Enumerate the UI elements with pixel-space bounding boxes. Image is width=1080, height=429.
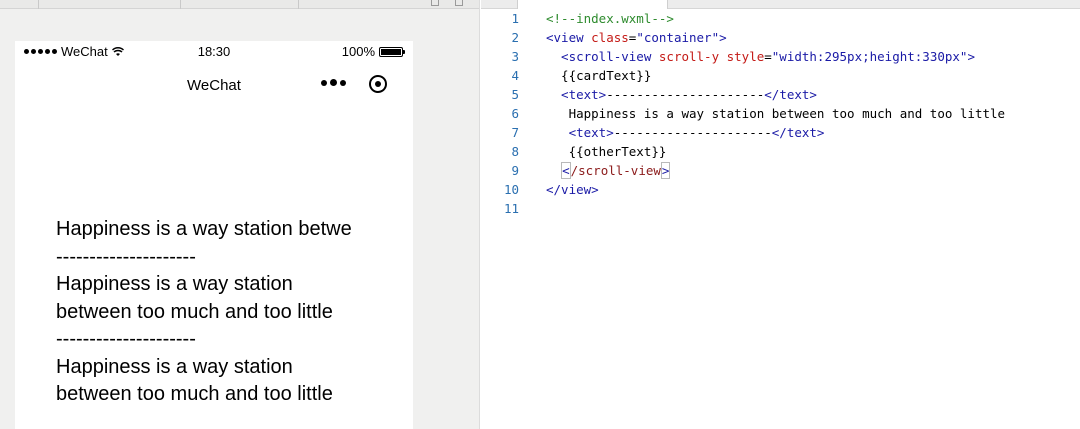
- code-line[interactable]: 6 Happiness is a way station between too…: [481, 104, 1080, 123]
- line-number: 9: [511, 163, 519, 178]
- toolbar-control-icon[interactable]: [431, 0, 439, 6]
- code-text: <view class="container">: [546, 28, 727, 47]
- battery-icon: [379, 46, 405, 57]
- code-token: ---------------------: [606, 87, 765, 102]
- code-token: >: [967, 49, 975, 64]
- code-token: <text>: [546, 87, 607, 102]
- line-number: 6: [511, 106, 519, 121]
- code-token: <scroll-view: [546, 49, 659, 64]
- content-line: Happiness is a way station between too m…: [56, 218, 351, 240]
- line-number: 10: [503, 182, 519, 197]
- code-text: <scroll-view scroll-y style="width:295px…: [546, 47, 975, 66]
- code-line[interactable]: 3 <scroll-view scroll-y style="width:295…: [481, 47, 1080, 66]
- editor-tab-bar: [481, 0, 1080, 9]
- line-number: 1: [511, 11, 519, 26]
- divider-text: ---------------------: [56, 245, 196, 268]
- code-token: >: [719, 30, 727, 45]
- status-bar: WeChat 18:30 100%: [15, 41, 413, 63]
- content-line: Happiness is a way station: [56, 355, 293, 378]
- line-number: 8: [511, 144, 519, 159]
- code-line[interactable]: 4 {{cardText}}: [481, 66, 1080, 85]
- code-token: </text>: [764, 87, 817, 102]
- code-text: {{cardText}}: [546, 66, 651, 85]
- line-number: 7: [511, 125, 519, 140]
- editor-tab-active[interactable]: [518, 0, 668, 9]
- code-token: </view>: [546, 182, 599, 197]
- code-token: scroll-y style: [658, 49, 765, 64]
- toolbar-divider: [180, 0, 181, 9]
- code-text: </scroll-view>: [546, 161, 671, 180]
- code-editor[interactable]: 1 <!--index.wxml--> 2 <view class="containe…: [481, 0, 1080, 429]
- code-token: ---------------------: [613, 125, 772, 140]
- code-line[interactable]: 11: [481, 199, 1080, 218]
- line-number: 11: [503, 201, 519, 216]
- code-token: class: [591, 30, 629, 45]
- code-line[interactable]: 1 <!--index.wxml-->: [481, 9, 1080, 28]
- editor-tab[interactable]: [481, 0, 518, 9]
- line-number: 5: [511, 87, 519, 102]
- code-token: <view: [546, 30, 592, 45]
- code-token: {{otherText}}: [546, 144, 667, 159]
- navigation-bar: WeChat: [15, 63, 413, 107]
- code-token: <: [561, 162, 571, 179]
- code-token: "container": [636, 30, 720, 45]
- code-text: <text>---------------------</text>: [546, 123, 825, 142]
- code-line[interactable]: 2 <view class="container">: [481, 28, 1080, 47]
- code-token: /scroll-view: [570, 163, 661, 178]
- code-line[interactable]: 10 </view>: [481, 180, 1080, 199]
- divider-text: ---------------------: [56, 328, 196, 350]
- code-text: <!--index.wxml-->: [546, 9, 674, 28]
- more-dots-icon[interactable]: [321, 79, 346, 86]
- code-token: =: [764, 49, 772, 64]
- target-circle-icon[interactable]: [369, 75, 387, 93]
- code-token: >: [660, 162, 671, 179]
- code-text: <text>---------------------</text>: [546, 85, 817, 104]
- phone-screen: WeChat 18:30 100% WeChat Happiness is a …: [15, 41, 413, 429]
- code-text: </view>: [546, 180, 599, 199]
- simulator-toolbar: [0, 0, 479, 9]
- code-text: Happiness is a way station between too m…: [546, 104, 1006, 123]
- code-token: <text>: [546, 125, 614, 140]
- toolbar-divider: [38, 0, 39, 9]
- code-line[interactable]: 7 <text>---------------------</text>: [481, 123, 1080, 142]
- scroll-view[interactable]: Happiness is a way station between too m…: [56, 216, 351, 429]
- nav-title: WeChat: [187, 77, 241, 94]
- content-line: between too much and too little: [56, 300, 333, 323]
- line-number: 4: [511, 68, 519, 83]
- code-token: </text>: [771, 125, 825, 140]
- content-line: between too much and too little: [56, 383, 333, 405]
- code-token: {{cardText}}: [546, 68, 652, 83]
- toolbar-divider: [298, 0, 299, 9]
- code-text: {{otherText}}: [546, 142, 667, 161]
- content-line: Happiness is a way station: [56, 273, 293, 295]
- code-line[interactable]: 8 {{otherText}}: [481, 142, 1080, 161]
- line-number: 2: [511, 30, 519, 45]
- toolbar-control-icon[interactable]: [455, 0, 463, 6]
- code-token: <!--index.wxml-->: [546, 11, 674, 26]
- code-token: Happiness is a way station between too m…: [546, 106, 1006, 121]
- line-number: 3: [511, 49, 519, 64]
- code-area[interactable]: 1 <!--index.wxml--> 2 <view class="containe…: [481, 9, 1080, 218]
- code-line[interactable]: 5 <text>---------------------</text>: [481, 85, 1080, 104]
- battery-percent: 100%: [341, 44, 375, 59]
- code-line[interactable]: 9 </scroll-view>: [481, 161, 1080, 180]
- battery-info: 100%: [341, 44, 405, 59]
- code-token: "width:295px;height:330px": [771, 49, 968, 64]
- simulator-panel: WeChat 18:30 100% WeChat Happiness is a …: [0, 0, 480, 429]
